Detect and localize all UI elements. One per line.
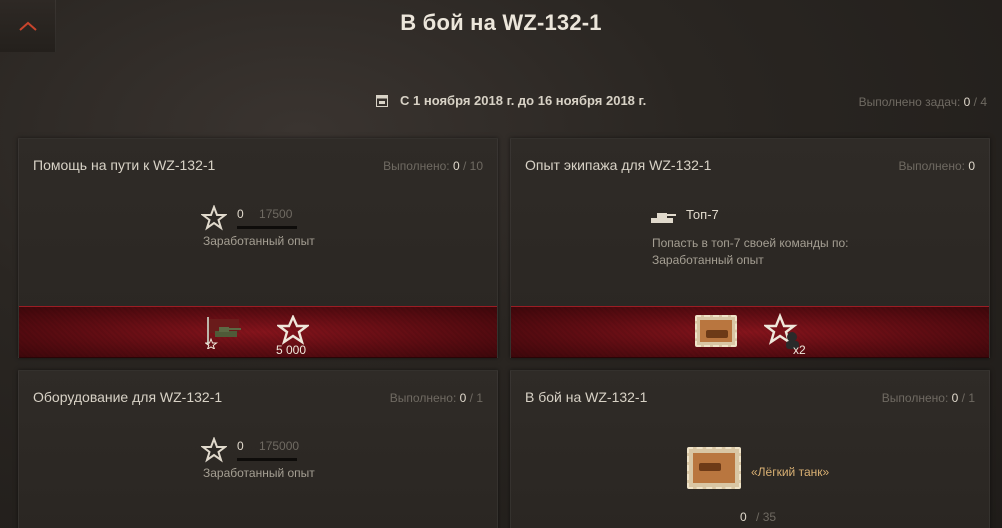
status-done: 0 [452, 159, 460, 173]
date-range: С 1 ноября 2018 г. до 16 ноября 2018 г. [376, 93, 646, 108]
condition-label: Заработанный опыт [203, 234, 315, 248]
status-total: / 1 [961, 391, 975, 405]
quest-card-crew[interactable]: Опыт экипажа для WZ-132-1 Выполнено: 0 Т… [510, 138, 990, 358]
status-done: 0 [951, 391, 959, 405]
condition-label: Заработанный опыт [652, 253, 764, 267]
card-header: Опыт экипажа для WZ-132-1 Выполнено: 0 [511, 139, 989, 191]
tasks-total-value: / 4 [973, 95, 987, 109]
tasks-done-counter: Выполнено задач: 0 / 4 [859, 95, 987, 109]
condition-block: Топ-7 Попасть в топ-7 своей команды по: … [652, 206, 849, 269]
condition-label: Заработанный опыт [203, 466, 315, 480]
card-header: Помощь на пути к WZ-132-1 Выполнено: 0 /… [19, 139, 497, 191]
status-label: Выполнено: [898, 159, 965, 173]
progress-total: / 35 [756, 510, 777, 524]
condition-block: 0 17500 Заработанный опыт [203, 206, 315, 250]
condition-value: 0 [237, 439, 244, 453]
tank-flag-icon [205, 317, 241, 349]
campaign-meta: С 1 ноября 2018 г. до 16 ноября 2018 г. … [0, 90, 1002, 114]
card-title: Оборудование для WZ-132-1 [33, 389, 223, 405]
card-header: Оборудование для WZ-132-1 Выполнено: 0 /… [19, 371, 497, 423]
light-tank-stamp-icon [687, 447, 741, 489]
card-header: В бой на WZ-132-1 Выполнено: 0 / 1 [511, 371, 989, 423]
condition-desc: Попасть в топ-7 своей команды по: [652, 236, 849, 250]
tasks-done-value: 0 [963, 95, 971, 109]
card-title: Помощь на пути к WZ-132-1 [33, 157, 216, 173]
xp-star-icon [277, 315, 309, 345]
tasks-done-label: Выполнено задач: [858, 95, 961, 109]
card-status: Выполнено: 0 / 1 [882, 391, 975, 405]
condition-block: 0 175000 Заработанный опыт [203, 438, 315, 482]
status-label: Выполнено: [383, 159, 450, 173]
status-done: 0 [968, 159, 975, 173]
date-range-text: С 1 ноября 2018 г. до 16 ноября 2018 г. [400, 93, 647, 108]
card-title: В бой на WZ-132-1 [525, 389, 648, 405]
star-icon [201, 437, 227, 463]
quest-card-battle[interactable]: В бой на WZ-132-1 Выполнено: 0 / 1 «Лёгк… [510, 370, 990, 528]
condition-goal: 17500 [259, 207, 293, 221]
status-label: Выполнено: [389, 391, 457, 405]
reward-strip: 5 000 [19, 306, 497, 358]
calendar-icon [376, 95, 388, 107]
card-status: Выполнено: 0 [898, 159, 975, 173]
progress-value: 0 [740, 510, 747, 524]
quest-card-help[interactable]: Помощь на пути к WZ-132-1 Выполнено: 0 /… [18, 138, 498, 358]
status-total: / 10 [462, 159, 483, 173]
status-total: / 1 [469, 391, 483, 405]
vehicle-class-label: «Лёгкий танк» [751, 465, 830, 479]
card-title: Опыт экипажа для WZ-132-1 [525, 157, 712, 173]
card-status: Выполнено: 0 / 1 [390, 391, 483, 405]
quest-card-equipment[interactable]: Оборудование для WZ-132-1 Выполнено: 0 /… [18, 370, 498, 528]
star-icon [201, 205, 227, 231]
battle-progress: 0 / 35 [740, 510, 776, 524]
top-bar: В бой на WZ-132-1 [0, 0, 1002, 60]
condition-progress-bar [237, 226, 297, 229]
condition-goal: 175000 [259, 439, 300, 453]
card-status: Выполнено: 0 / 10 [383, 159, 483, 173]
status-label: Выполнено: [881, 391, 949, 405]
condition-title: Топ-7 [686, 207, 719, 222]
reward-multiplier: x2 [793, 343, 806, 357]
condition-progress-bar [237, 458, 297, 461]
condition-value: 0 [237, 207, 244, 221]
light-tank-stamp-icon [695, 315, 737, 347]
reward-strip: x2 [511, 306, 989, 358]
page-title: В бой на WZ-132-1 [400, 10, 602, 35]
reward-amount: 5 000 [276, 343, 307, 357]
status-done: 0 [459, 391, 467, 405]
